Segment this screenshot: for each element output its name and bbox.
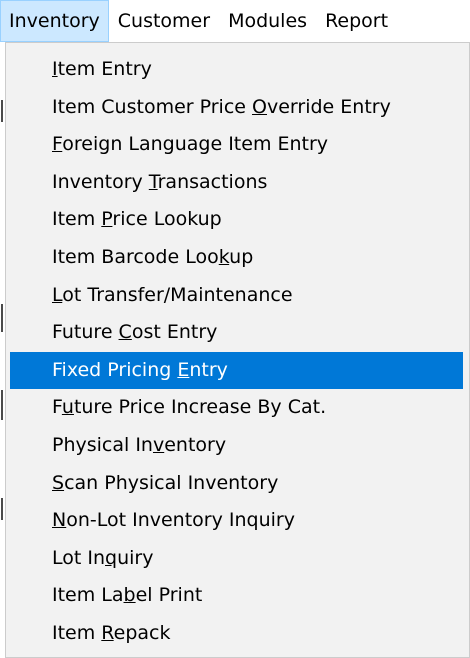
menu-item-item-customer-price-override-entry[interactable]: Item Customer Price Override Entry xyxy=(10,89,463,126)
menu-customer[interactable]: Customer xyxy=(109,0,219,42)
menu-item-item-repack[interactable]: Item Repack xyxy=(10,615,463,652)
edge-mark xyxy=(1,304,3,332)
menu-item-foreign-language-item-entry[interactable]: Foreign Language Item Entry xyxy=(10,126,463,163)
menu-inventory[interactable]: Inventory xyxy=(0,0,109,42)
edge-mark xyxy=(1,100,3,122)
menu-item-non-lot-inventory-inquiry[interactable]: Non-Lot Inventory Inquiry xyxy=(10,502,463,539)
menu-item-fixed-pricing-entry[interactable]: Fixed Pricing Entry xyxy=(10,352,463,389)
menu-item-item-price-lookup[interactable]: Item Price Lookup xyxy=(10,201,463,238)
menu-modules[interactable]: Modules xyxy=(219,0,316,42)
menu-item-item-label-print[interactable]: Item Label Print xyxy=(10,577,463,614)
menu-item-future-cost-entry[interactable]: Future Cost Entry xyxy=(10,314,463,351)
menu-item-scan-physical-inventory[interactable]: Scan Physical Inventory xyxy=(10,465,463,502)
edge-mark xyxy=(1,498,3,520)
menu-item-item-barcode-lookup[interactable]: Item Barcode Lookup xyxy=(10,239,463,276)
edge-mark xyxy=(1,390,3,420)
inventory-dropdown-menu: Item Entry Item Customer Price Override E… xyxy=(5,42,470,658)
menu-bar: Inventory Customer Modules Report xyxy=(0,0,470,42)
menu-item-item-entry[interactable]: Item Entry xyxy=(10,51,463,88)
menu-item-lot-inquiry[interactable]: Lot Inquiry xyxy=(10,540,463,577)
menu-item-future-price-increase-by-cat[interactable]: Future Price Increase By Cat. xyxy=(10,389,463,426)
menu-item-lot-transfer-maintenance[interactable]: Lot Transfer/Maintenance xyxy=(10,277,463,314)
menu-report[interactable]: Report xyxy=(316,0,397,42)
menu-item-inventory-transactions[interactable]: Inventory Transactions xyxy=(10,164,463,201)
menu-item-physical-inventory[interactable]: Physical Inventory xyxy=(10,427,463,464)
